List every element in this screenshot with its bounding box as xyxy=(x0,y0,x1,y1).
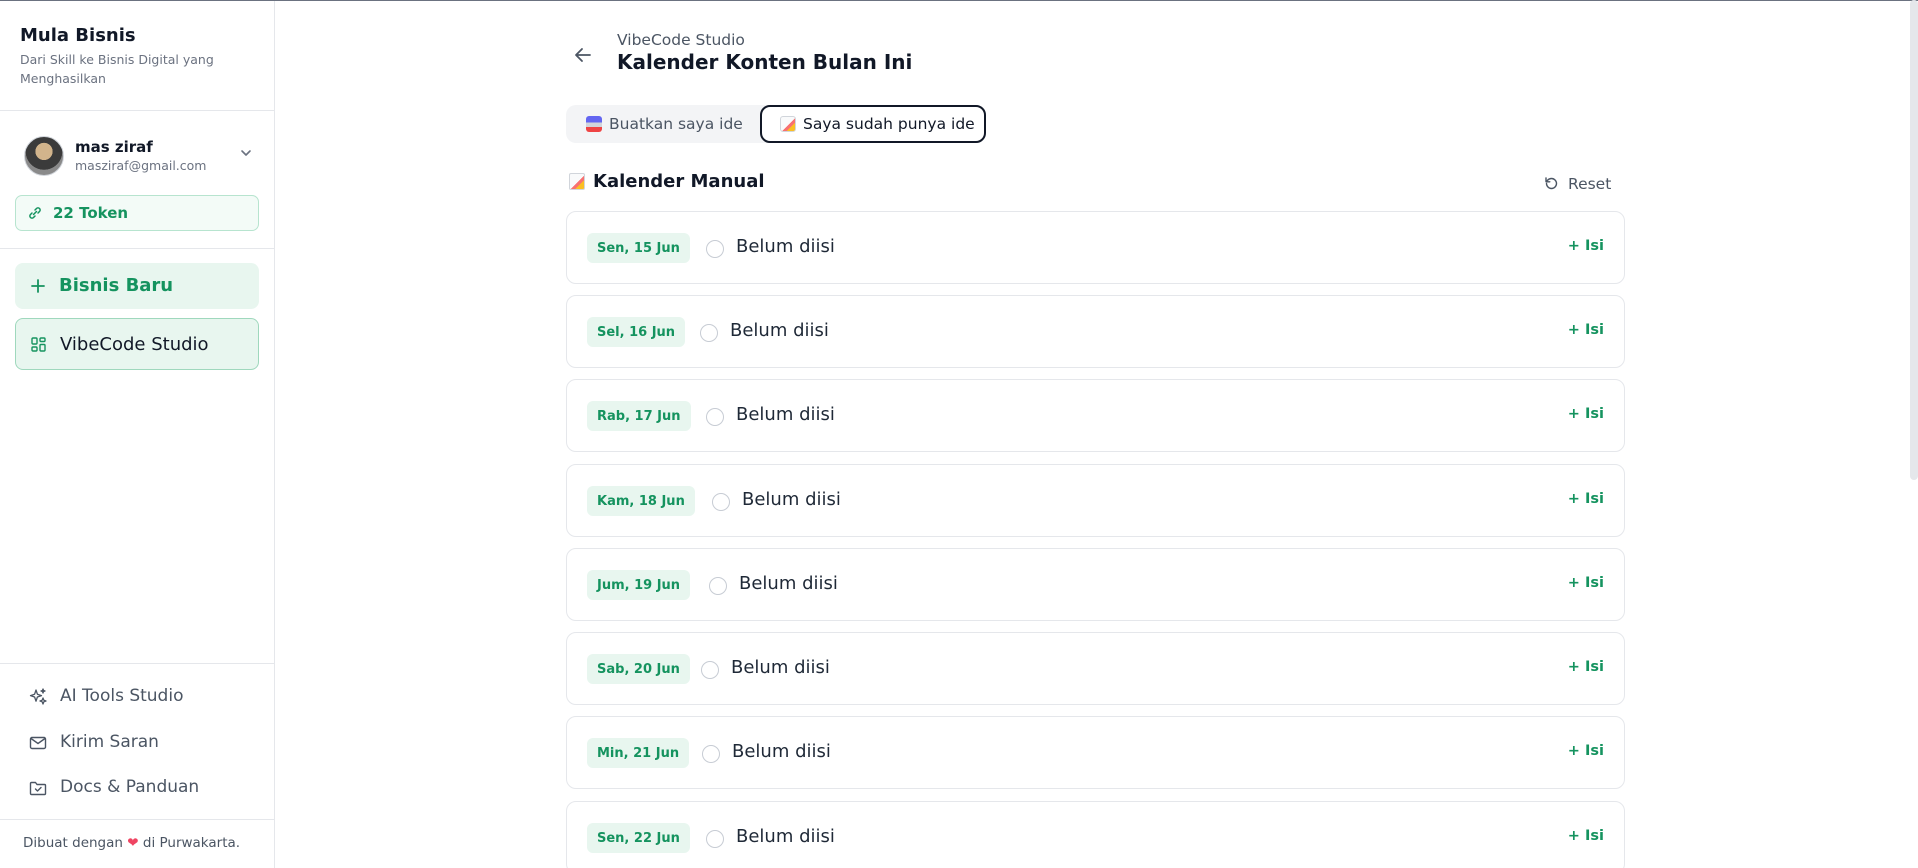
user-email: masziraf@gmail.com xyxy=(75,158,207,173)
sparkles-icon xyxy=(29,688,47,705)
section-title-label: Kalender Manual xyxy=(593,171,765,192)
row-status: Belum diisi xyxy=(736,826,835,847)
date-chip: Rab, 17 Jun xyxy=(587,401,691,431)
mail-icon xyxy=(29,736,47,750)
avatar xyxy=(24,136,64,176)
tab-generate-label: Buatkan saya ide xyxy=(609,115,743,133)
row-status: Belum diisi xyxy=(732,741,831,762)
fill-button[interactable]: + Isi xyxy=(1568,238,1604,254)
plus-icon xyxy=(31,279,45,293)
brand: Mula Bisnis Dari Skill ke Bisnis Digital… xyxy=(0,1,274,111)
calendar-row[interactable]: Sen, 15 Jun Belum diisi + Isi xyxy=(566,211,1625,284)
row-status: Belum diisi xyxy=(736,404,835,425)
send-feedback-link[interactable]: Kirim Saran xyxy=(28,728,258,756)
calendar-row[interactable]: Kam, 18 Jun Belum diisi + Isi xyxy=(566,464,1625,537)
status-radio-icon[interactable] xyxy=(701,661,719,679)
brand-title: Mula Bisnis xyxy=(20,25,136,46)
new-business-label: Bisnis Baru xyxy=(59,275,174,296)
tab-manual-label: Saya sudah punya ide xyxy=(803,115,975,133)
status-radio-icon[interactable] xyxy=(700,324,718,342)
reset-icon xyxy=(1545,177,1558,190)
chevron-down-icon[interactable] xyxy=(238,145,254,161)
date-chip: Sen, 22 Jun xyxy=(587,823,690,853)
fill-button[interactable]: + Isi xyxy=(1568,828,1604,844)
fill-button[interactable]: + Isi xyxy=(1568,743,1604,759)
calendar-row[interactable]: Sab, 20 Jun Belum diisi + Isi xyxy=(566,632,1625,705)
date-chip: Min, 21 Jun xyxy=(587,738,690,768)
date-chip: Kam, 18 Jun xyxy=(587,486,695,516)
fill-button[interactable]: + Isi xyxy=(1568,406,1604,422)
fill-button[interactable]: + Isi xyxy=(1568,491,1604,507)
vibecode-studio-label: VibeCode Studio xyxy=(60,334,209,355)
sidebar: Mula Bisnis Dari Skill ke Bisnis Digital… xyxy=(0,1,275,868)
row-status: Belum diisi xyxy=(742,489,841,510)
brand-subtitle: Dari Skill ke Bisnis Digital yang Mengha… xyxy=(20,52,214,86)
reset-button[interactable]: Reset xyxy=(1543,173,1613,195)
new-business-button[interactable]: Bisnis Baru xyxy=(15,263,259,309)
ai-tools-studio-label: AI Tools Studio xyxy=(60,686,184,706)
tab-have-ideas[interactable]: Saya sudah punya ide xyxy=(760,105,986,143)
row-status: Belum diisi xyxy=(736,236,835,257)
link-icon xyxy=(29,207,41,219)
back-arrow-icon[interactable] xyxy=(572,44,594,66)
fill-button[interactable]: + Isi xyxy=(1568,575,1604,591)
token-label: 22 Token xyxy=(53,204,129,222)
send-feedback-label: Kirim Saran xyxy=(60,732,159,752)
status-radio-icon[interactable] xyxy=(709,577,727,595)
fill-button[interactable]: + Isi xyxy=(1568,659,1604,675)
sidebar-item-vibecode-studio[interactable]: VibeCode Studio xyxy=(15,318,259,370)
breadcrumb[interactable]: VibeCode Studio xyxy=(617,31,745,49)
footer-credit: Dibuat dengan ❤ di Purwakarta. xyxy=(23,835,240,851)
reset-label: Reset xyxy=(1568,175,1612,193)
scrollbar[interactable] xyxy=(1910,0,1918,480)
fill-button[interactable]: + Isi xyxy=(1568,322,1604,338)
status-radio-icon[interactable] xyxy=(712,493,730,511)
date-chip: Jum, 19 Jun xyxy=(587,570,691,600)
divider xyxy=(0,819,274,820)
row-status: Belum diisi xyxy=(730,320,829,341)
docs-guide-label: Docs & Panduan xyxy=(60,777,200,797)
tab-generate-ideas[interactable]: Buatkan saya ide xyxy=(566,105,760,143)
user-menu[interactable]: mas ziraf masziraf@gmail.com xyxy=(14,131,262,181)
date-chip: Sen, 15 Jun xyxy=(587,233,690,263)
ai-tools-studio-link[interactable]: AI Tools Studio xyxy=(28,682,258,710)
calendar-row[interactable]: Jum, 19 Jun Belum diisi + Isi xyxy=(566,548,1625,621)
memo-icon xyxy=(569,173,585,190)
divider xyxy=(0,248,274,249)
credit-prefix: Dibuat dengan xyxy=(23,835,123,851)
calendar-row[interactable]: Sen, 22 Jun Belum diisi + Isi xyxy=(566,801,1625,868)
status-radio-icon[interactable] xyxy=(706,408,724,426)
status-radio-icon[interactable] xyxy=(702,745,720,763)
row-status: Belum diisi xyxy=(739,573,838,594)
date-chip: Sel, 16 Jun xyxy=(587,317,686,347)
status-radio-icon[interactable] xyxy=(706,240,724,258)
token-balance[interactable]: 22 Token xyxy=(15,195,259,231)
page-title: Kalender Konten Bulan Ini xyxy=(617,50,913,74)
calendar-row[interactable]: Min, 21 Jun Belum diisi + Isi xyxy=(566,716,1625,789)
credit-suffix: di Purwakarta. xyxy=(142,835,241,851)
docs-guide-link[interactable]: Docs & Panduan xyxy=(28,773,258,801)
dashboard-icon xyxy=(31,337,46,352)
calendar-row[interactable]: Sel, 16 Jun Belum diisi + Isi xyxy=(566,295,1625,368)
mode-tabs: Buatkan saya ide Saya sudah punya ide xyxy=(566,105,986,143)
divider xyxy=(0,663,274,664)
folder-check-icon xyxy=(29,781,47,796)
status-radio-icon[interactable] xyxy=(706,830,724,848)
memo-icon xyxy=(780,116,796,132)
row-status: Belum diisi xyxy=(731,657,830,678)
window-top-border xyxy=(0,0,1918,1)
section-title: Kalender Manual xyxy=(569,171,765,192)
date-chip: Sab, 20 Jun xyxy=(587,654,690,684)
robot-icon xyxy=(586,116,602,132)
heart-icon: ❤ xyxy=(127,835,139,851)
user-name: mas ziraf xyxy=(75,138,153,156)
calendar-row[interactable]: Rab, 17 Jun Belum diisi + Isi xyxy=(566,379,1625,452)
